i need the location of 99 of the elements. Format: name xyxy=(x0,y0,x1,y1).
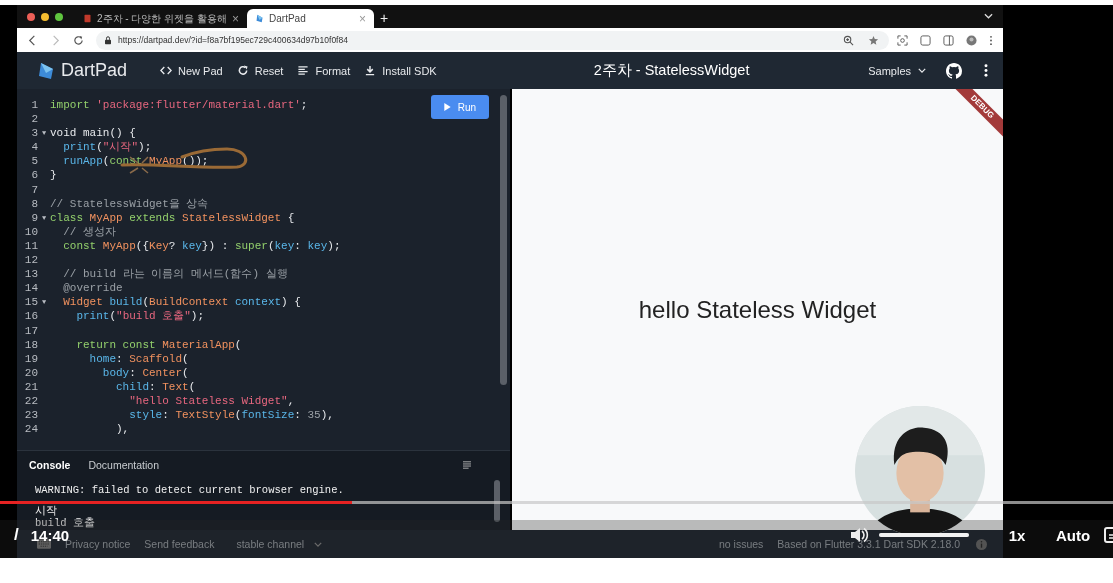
line-number: 9 xyxy=(30,210,38,225)
line-number: 1 xyxy=(30,98,38,113)
samples-dropdown[interactable]: Samples xyxy=(868,64,926,77)
line-number: 22 xyxy=(23,393,38,409)
line-number: 15 xyxy=(23,295,38,310)
download-icon xyxy=(364,65,377,76)
reload-icon[interactable] xyxy=(73,34,84,46)
new-tab-button[interactable]: + xyxy=(380,10,389,26)
line-number: 2 xyxy=(30,112,38,127)
code-line: @override xyxy=(62,281,123,296)
code-line: class MyApp extends StatelessWidget { xyxy=(50,210,295,225)
line-number: 10 xyxy=(23,224,38,239)
console-line: 시작 xyxy=(35,505,58,517)
close-tab-button[interactable]: × xyxy=(232,12,240,25)
chevron-down-icon xyxy=(918,68,926,73)
code-line: // StatelessWidget을 상속 xyxy=(50,196,209,211)
toolbar-button[interactable]: Format xyxy=(297,64,351,77)
code-line: ), xyxy=(115,422,130,437)
line-number: 14 xyxy=(23,281,38,296)
avatar-icon[interactable] xyxy=(966,34,977,46)
code-icon xyxy=(160,65,173,76)
window-maximize-button[interactable] xyxy=(55,12,63,21)
dart-logo-icon xyxy=(36,60,56,81)
window-minimize-button[interactable] xyxy=(41,12,49,21)
console-tab[interactable]: Console xyxy=(29,459,71,471)
format-icon xyxy=(297,65,310,76)
line-number: 6 xyxy=(30,168,38,183)
chevron-down-icon xyxy=(314,541,323,547)
console-line: WARNING: failed to detect current browser engine. xyxy=(35,484,345,496)
lock-icon xyxy=(104,35,112,45)
app-title: DartPad xyxy=(61,60,128,81)
refresh-icon xyxy=(236,65,249,76)
console-tab[interactable]: Documentation xyxy=(88,459,160,471)
code-line: return const MaterialApp( xyxy=(75,337,242,352)
time-separator: / xyxy=(14,525,19,545)
line-number: 13 xyxy=(23,267,38,282)
line-number: 11 xyxy=(23,238,38,254)
progress-bar[interactable] xyxy=(0,501,1113,504)
channel-dropdown[interactable]: stable channel xyxy=(236,538,323,550)
panel-icon[interactable] xyxy=(920,34,931,46)
code-line: import 'package:flutter/material.dart'; xyxy=(50,98,308,113)
line-number: 4 xyxy=(30,140,38,155)
browser-tab[interactable]: DartPad × xyxy=(247,9,375,28)
book-icon xyxy=(83,14,92,23)
browser-tab[interactable]: 2주차 - 다양한 위젯을 활용해 × xyxy=(75,9,248,28)
keyboard-icon[interactable] xyxy=(37,539,51,549)
footer-link[interactable]: Send feedback xyxy=(144,538,215,550)
line-number: 12 xyxy=(23,253,38,268)
screenshot-icon[interactable] xyxy=(897,34,908,46)
code-line: "hello Stateless Widget", xyxy=(128,393,295,409)
play-icon xyxy=(443,103,451,111)
code-line: // build 라는 이름의 메서드(함수) 실행 xyxy=(62,267,288,282)
pad-title: 2주차 - StatelessWidget xyxy=(593,61,750,80)
line-number: 20 xyxy=(23,365,38,380)
code-line: print("build 호출"); xyxy=(75,309,205,324)
back-icon[interactable] xyxy=(27,34,38,46)
quality-button[interactable]: Auto xyxy=(1049,526,1097,544)
line-number: 5 xyxy=(30,154,38,169)
console-line: build 호출 xyxy=(35,517,96,529)
code-line: home: Scaffold( xyxy=(88,351,189,366)
code-line: Widget build(BuildContext context) { xyxy=(62,295,301,310)
line-number: 17 xyxy=(23,323,38,338)
scrollbar[interactable] xyxy=(494,480,500,522)
code-line: child: Text( xyxy=(115,379,196,394)
code-line: // 생성자 xyxy=(62,224,116,239)
code-line: void main() { xyxy=(50,126,136,141)
code-line: body: Center( xyxy=(101,365,189,380)
code-line: } xyxy=(50,168,57,183)
chevron-down-icon[interactable] xyxy=(984,13,993,19)
github-icon[interactable] xyxy=(946,62,962,79)
version-text: Based on Flutter 3.3.1 Dart SDK 2.18.0 xyxy=(777,538,960,550)
more-icon[interactable] xyxy=(984,64,988,77)
line-number: 18 xyxy=(23,337,38,352)
status-text: no issues xyxy=(718,538,764,550)
line-number: 23 xyxy=(23,408,38,423)
speed-button[interactable]: 1x xyxy=(999,526,1035,544)
clear-console-icon[interactable] xyxy=(462,461,472,469)
window-close-button[interactable] xyxy=(27,12,35,21)
dart-logo-icon xyxy=(255,14,265,23)
code-line: const MyApp({Key? key}) : super(key: key); xyxy=(62,238,341,254)
code-line: print("시작"); xyxy=(62,140,152,155)
toolbar-button[interactable]: Reset xyxy=(236,64,284,77)
line-number: 3 xyxy=(30,126,38,141)
address-field[interactable]: https://dartpad.dev/?id=f8a7bf195ec729c400634d97b10f0f84 xyxy=(96,30,889,50)
line-number: 16 xyxy=(23,309,38,324)
toolbar-button[interactable]: New Pad xyxy=(160,64,223,77)
split-view-icon[interactable] xyxy=(943,34,954,46)
output-text: hello Stateless Widget xyxy=(638,295,877,324)
line-number: 8 xyxy=(30,196,38,211)
line-number: 24 xyxy=(23,422,38,437)
line-number: 19 xyxy=(23,351,38,366)
volume-slider[interactable] xyxy=(879,533,969,537)
line-number: 21 xyxy=(23,379,38,394)
scrollbar[interactable] xyxy=(500,95,507,385)
zoom-icon[interactable] xyxy=(843,34,854,46)
line-number: 7 xyxy=(30,182,38,197)
toolbar-button[interactable]: Install SDK xyxy=(364,64,437,77)
star-icon[interactable] xyxy=(868,34,879,46)
code-line: style: TextStyle(fontSize: 35), xyxy=(128,408,334,423)
